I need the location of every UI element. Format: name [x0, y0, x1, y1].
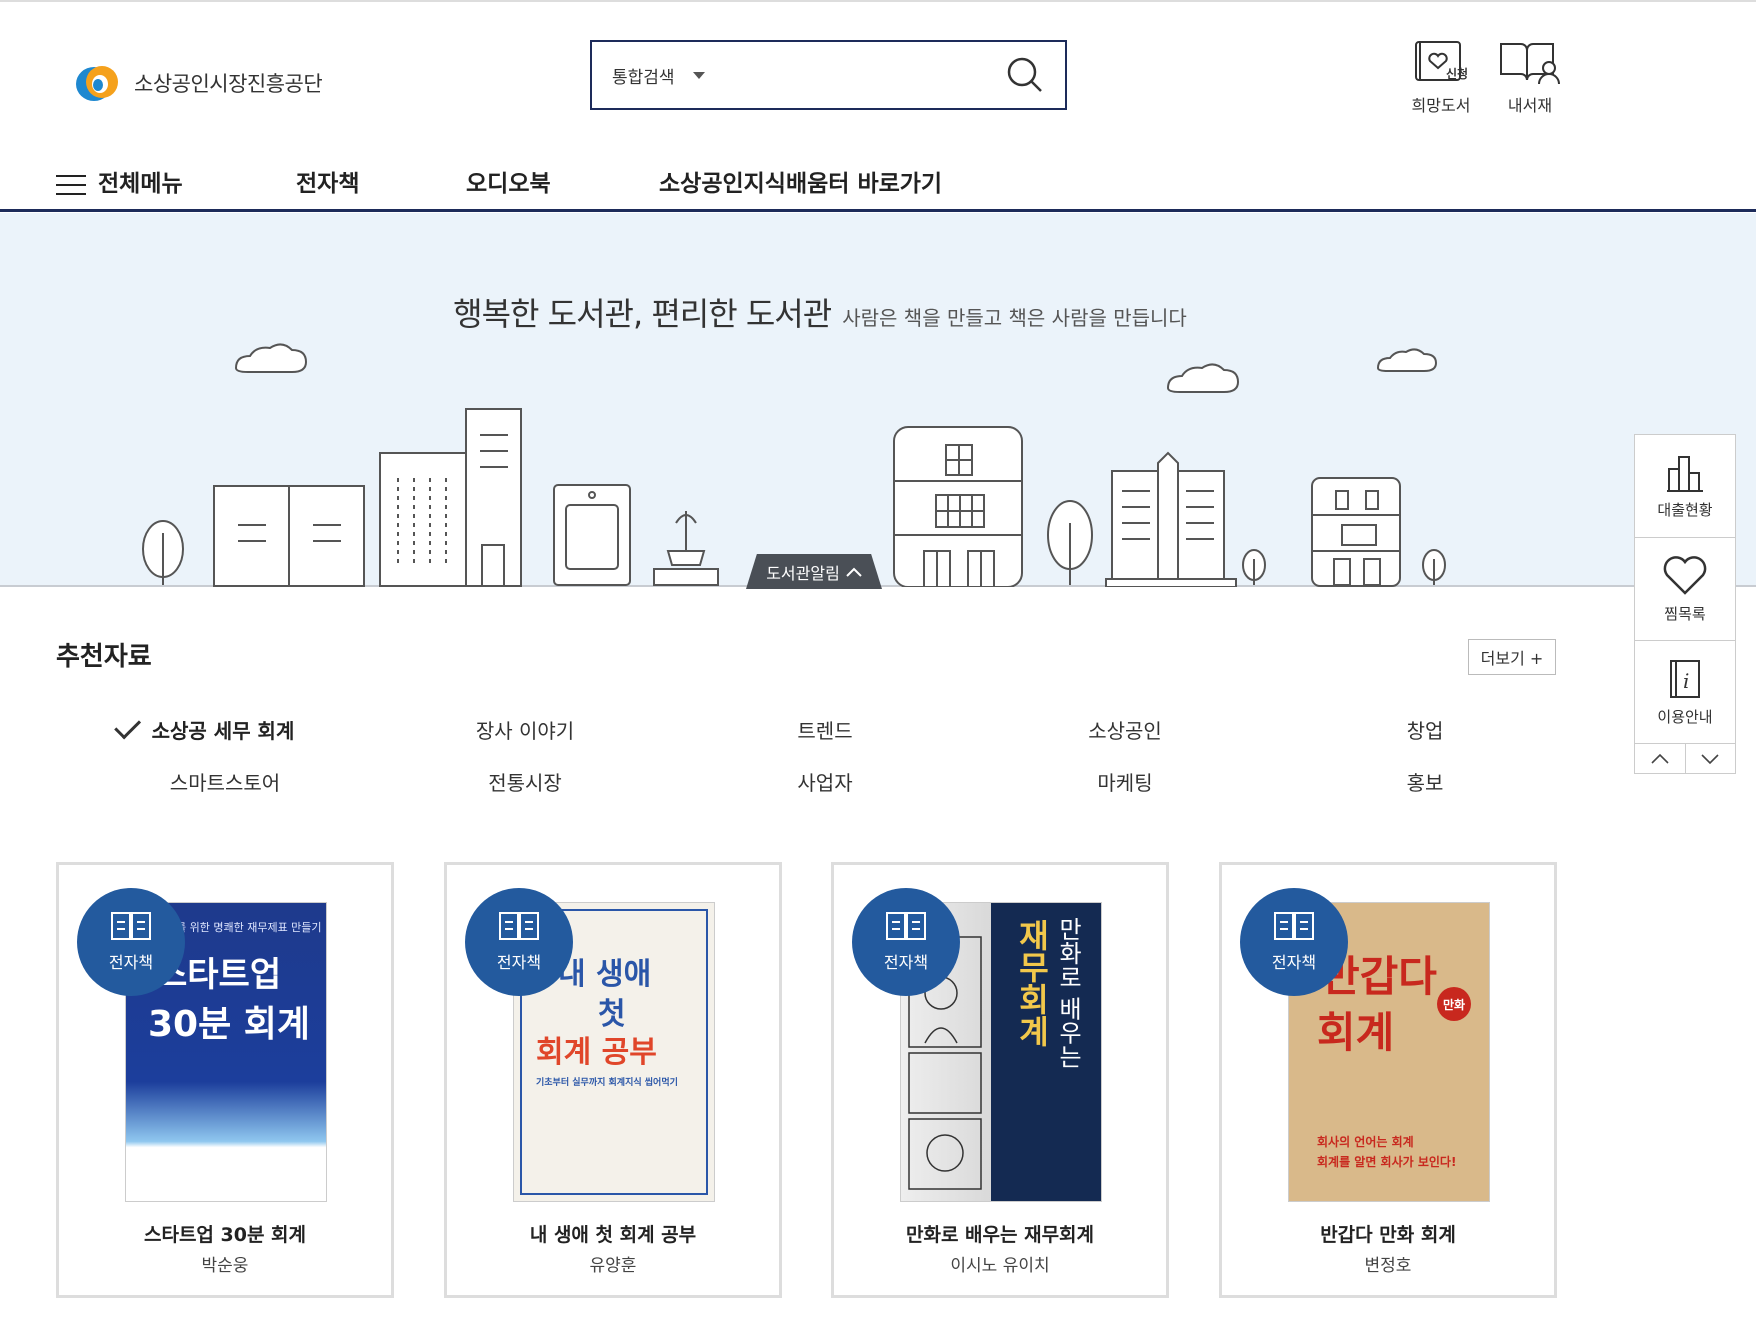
more-button[interactable]: 더보기 +: [1468, 639, 1556, 675]
ebook-badge: 전자책: [852, 888, 960, 996]
category-label: 소상공 세무 회계: [151, 719, 295, 743]
hamburger-icon: [56, 168, 86, 202]
main-navigation: 전체메뉴 전자책 오디오북 소상공인지식배움터 바로가기: [0, 150, 1756, 212]
ebook-icon: [111, 912, 151, 940]
wish-book-button[interactable]: 신청 희망도서: [1410, 38, 1472, 116]
category-tab[interactable]: 마케팅: [1097, 767, 1152, 796]
category-tab[interactable]: 트렌드: [797, 715, 852, 744]
quick-menu: 대출현황 찜목록 i 이용안내: [1634, 434, 1736, 774]
cover-top-text: 를 위한 명쾌한 재무제표 만들기: [176, 921, 322, 934]
wish-book-label: 희망도서: [1411, 96, 1471, 115]
quick-guide[interactable]: i 이용안내: [1635, 641, 1735, 744]
book-author: 이시노 유이치: [950, 1256, 1050, 1276]
ebook-icon: [499, 912, 539, 940]
search-box: 통합검색: [590, 40, 1067, 110]
cover-title-line1: 재무회계: [1013, 919, 1051, 1047]
search-icon: [1007, 57, 1042, 92]
chevron-up-icon: [1651, 753, 1669, 764]
my-library-button[interactable]: 내서재: [1497, 38, 1563, 116]
search-button[interactable]: [995, 45, 1055, 105]
category-tab[interactable]: 장사 이야기: [476, 715, 574, 744]
scroll-up-button[interactable]: [1635, 744, 1686, 774]
ebook-badge-label: 전자책: [496, 953, 542, 972]
chevron-down-icon: [1701, 754, 1719, 765]
main-banner: 행복한 도서관, 편리한 도서관 사람은 책을 만들고 책은 사람을 만듭니다: [0, 213, 1756, 589]
book-card[interactable]: 전자책 재무회계 만화로 배우는 만화로 배우는 재무회계 이시노 유이치: [831, 862, 1169, 1298]
svg-text:i: i: [1683, 669, 1689, 693]
cover-subtitle: 기초부터 실무까지 회계지식 씹어먹기: [536, 1078, 678, 1088]
cover-title-line2: 회계: [1317, 1008, 1395, 1057]
logo-text: 소상공인시장진흥공단: [134, 72, 323, 96]
logo-icon: [76, 66, 118, 101]
section-title: 추천자료: [56, 642, 152, 672]
search-input[interactable]: [704, 42, 995, 108]
loan-status-icon: [1667, 455, 1703, 492]
quick-menu-arrows: [1635, 744, 1735, 774]
book-title[interactable]: 스타트업 30분 회계: [59, 1220, 391, 1247]
quick-loan-status[interactable]: 대출현황: [1635, 435, 1735, 538]
quick-loan-status-label: 대출현황: [1657, 500, 1713, 519]
book-author: 유양훈: [589, 1256, 637, 1276]
all-menu-button[interactable]: 전체메뉴: [56, 164, 183, 202]
book-title[interactable]: 내 생애 첫 회계 공부: [447, 1220, 779, 1247]
library-notice-label: 도서관알림: [766, 563, 840, 583]
heart-icon: [1663, 555, 1707, 595]
category-tab[interactable]: 창업: [1407, 715, 1444, 744]
quick-wishlist[interactable]: 찜목록: [1635, 538, 1735, 641]
ebook-badge: 전자책: [77, 888, 185, 996]
search-scope-select[interactable]: 통합검색: [612, 63, 705, 88]
category-tab[interactable]: 스마트스토어: [170, 767, 280, 796]
category-tab[interactable]: 사업자: [797, 767, 852, 796]
ebook-icon: [886, 912, 926, 940]
quick-guide-label: 이용안내: [1657, 707, 1713, 726]
chevron-down-icon: [692, 71, 705, 79]
book-card[interactable]: 전자책 반갑다 회계 만화 회사의 언어는 회계 회계를 알면 회사가 보인다!…: [1219, 862, 1557, 1298]
nav-item-audiobook[interactable]: 오디오북: [466, 164, 551, 198]
cityscape-illustration: [142, 343, 1446, 587]
svg-text:신청: 신청: [1446, 66, 1468, 81]
info-book-icon: i: [1670, 659, 1700, 698]
search-scope-label: 통합검색: [612, 67, 675, 88]
nav-item-ebook[interactable]: 전자책: [296, 164, 359, 198]
book-author: 변정호: [1364, 1256, 1412, 1276]
category-tab[interactable]: 소상공인: [1088, 715, 1162, 744]
my-library-label: 내서재: [1507, 96, 1553, 115]
book-card[interactable]: 전자책 내 생애 첫 회계 공부 기초부터 실무까지 회계지식 씹어먹기 내 생…: [444, 862, 782, 1298]
cover-title-line2: 만화로 배우는: [1054, 917, 1082, 1069]
cover-subtitle-1: 회사의 언어는 회계: [1317, 1135, 1414, 1149]
check-icon: [114, 712, 142, 740]
ebook-badge-label: 전자책: [883, 953, 929, 972]
library-notice-tab[interactable]: 도서관알림: [746, 554, 882, 589]
site-logo[interactable]: 소상공인시장진흥공단: [74, 62, 323, 104]
category-tab-tax-accounting[interactable]: 소상공 세무 회계: [114, 712, 295, 744]
quick-wishlist-label: 찜목록: [1664, 604, 1706, 623]
ebook-badge: 전자책: [1240, 888, 1348, 996]
all-menu-label: 전체메뉴: [98, 171, 183, 197]
nav-item-knowledge-center[interactable]: 소상공인지식배움터 바로가기: [659, 164, 942, 198]
ebook-icon: [1274, 912, 1314, 940]
category-tab[interactable]: 홍보: [1407, 767, 1444, 796]
ebook-badge: 전자책: [465, 888, 573, 996]
wish-book-icon: 신청: [1415, 41, 1468, 81]
book-title[interactable]: 만화로 배우는 재무회계: [834, 1220, 1166, 1247]
page: 소상공인시장진흥공단 통합검색 신청 희망도서 내서재 전체메뉴 전자책 오디오…: [0, 0, 1756, 1320]
scroll-down-button[interactable]: [1686, 744, 1736, 774]
cover-subtitle-2: 회계를 알면 회사가 보인다!: [1317, 1155, 1457, 1169]
category-tab[interactable]: 전통시장: [488, 767, 562, 796]
book-title[interactable]: 반갑다 만화 회계: [1222, 1220, 1554, 1247]
cover-title-line2: 30분 회계: [148, 1004, 310, 1045]
book-author: 박순웅: [201, 1256, 249, 1276]
cover-title-line3: 회계 공부: [536, 1035, 657, 1070]
cover-tag: 만화: [1437, 987, 1471, 1021]
chevron-up-icon: [846, 567, 862, 577]
my-library-icon: [1500, 43, 1560, 85]
ebook-badge-label: 전자책: [1271, 953, 1317, 972]
ebook-badge-label: 전자책: [108, 953, 154, 972]
book-card[interactable]: 전자책 를 위한 명쾌한 재무제표 만들기 스타트업 30분 회계 스타트업 3…: [56, 862, 394, 1298]
cover-title-line1: 내 생애: [558, 957, 652, 992]
